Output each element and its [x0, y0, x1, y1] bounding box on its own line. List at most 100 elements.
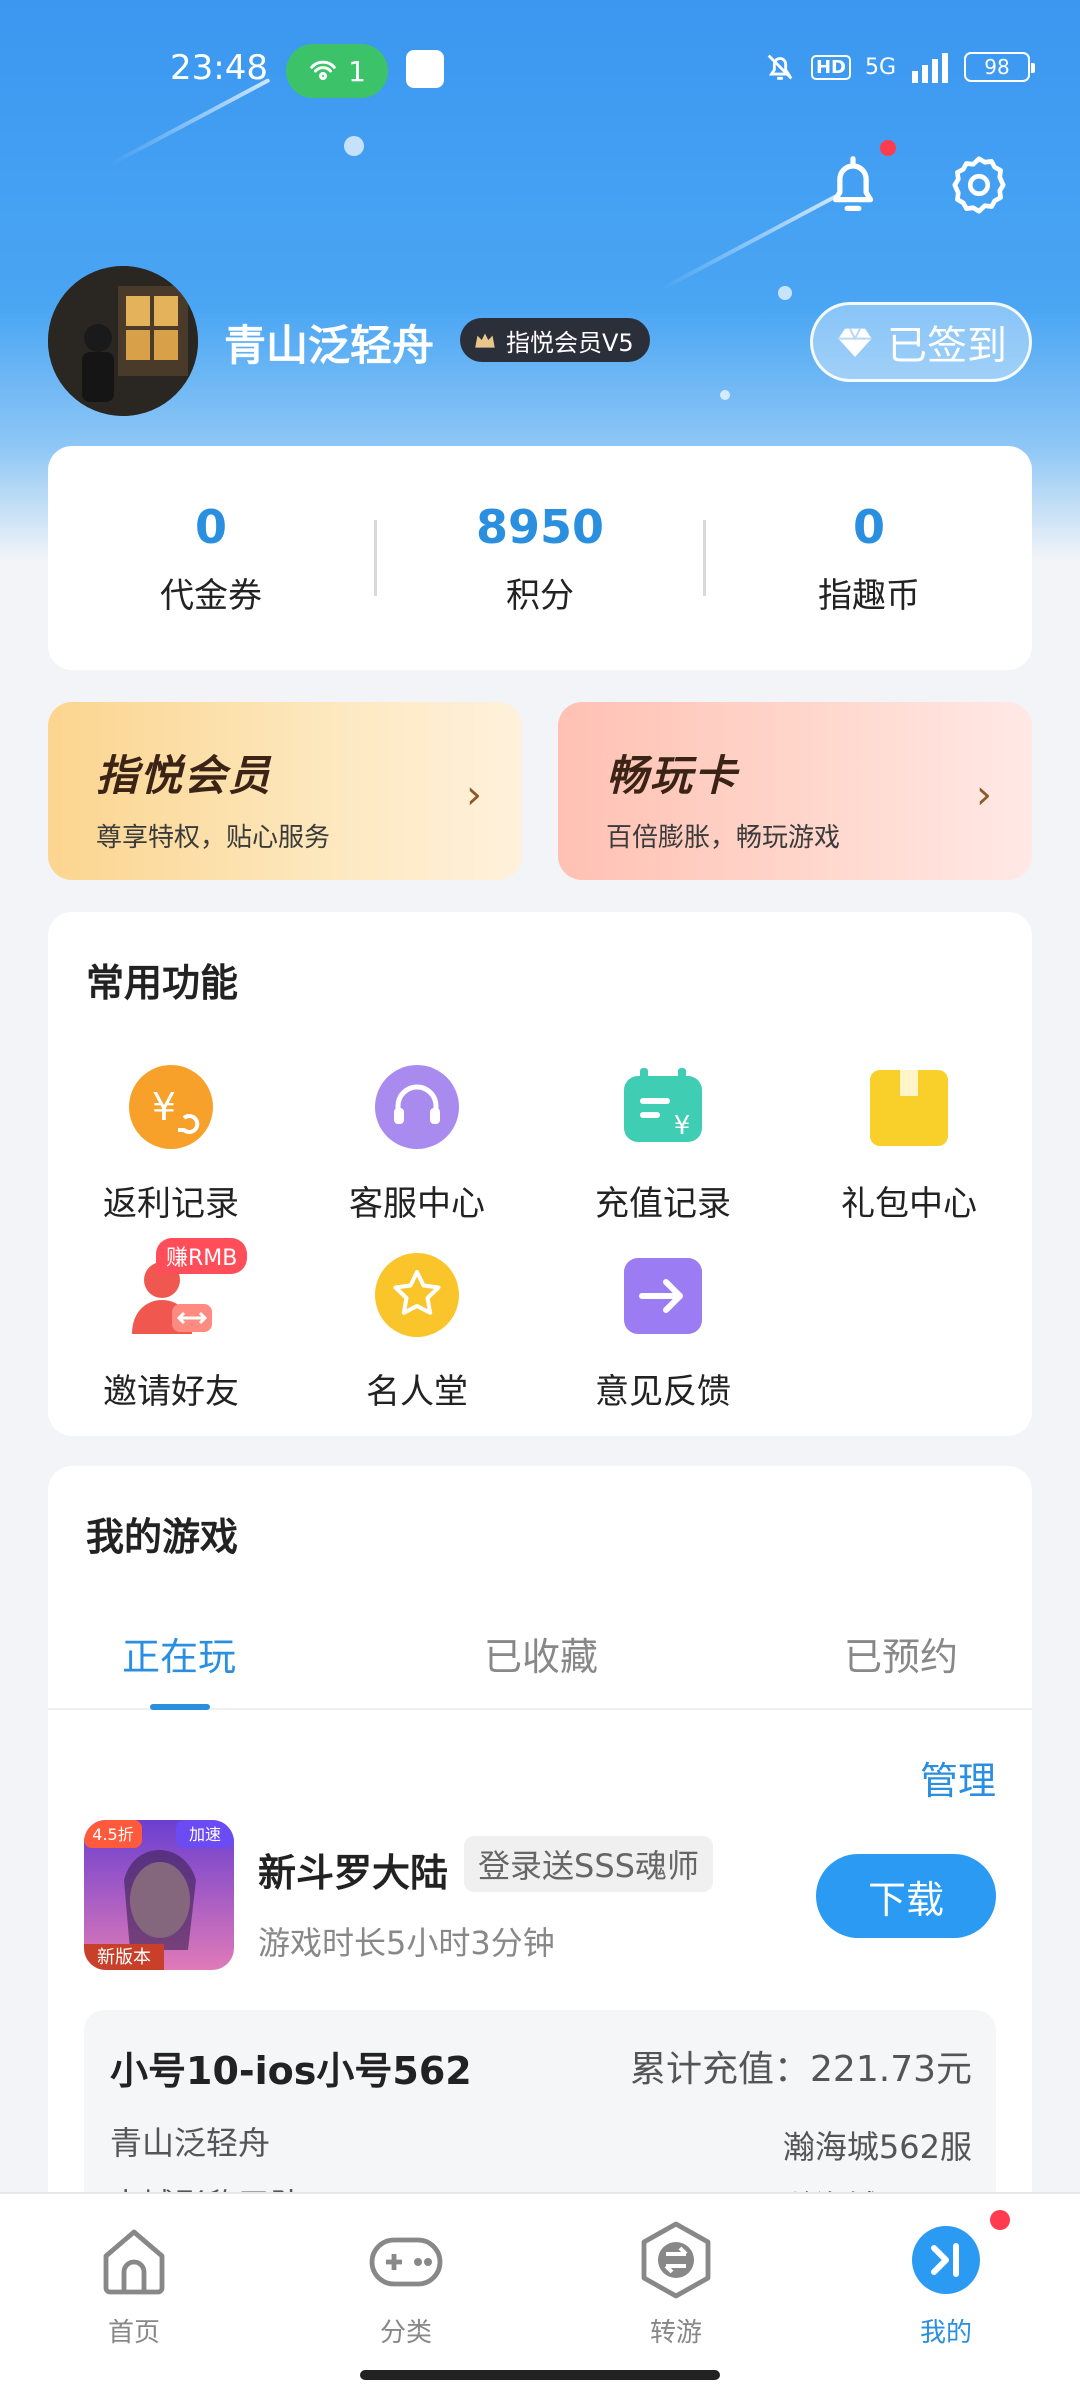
feature-support[interactable]: 客服中心: [294, 1062, 540, 1225]
feedback-icon: [624, 1258, 702, 1334]
account-server: 瀚海城562服: [782, 2128, 972, 2166]
svg-text:¥: ¥: [152, 1085, 176, 1129]
feature-feedback[interactable]: 意见反馈: [540, 1250, 786, 1413]
bell-icon[interactable]: [818, 150, 888, 220]
chevron-right-icon: ›: [466, 772, 482, 818]
bottom-nav: 首页 分类 转游 我的: [0, 2192, 1080, 2400]
game-name: 新斗罗大陆: [258, 1851, 449, 1895]
notification-dot: [880, 140, 896, 156]
game-version-caption: 新版本: [97, 1947, 151, 1968]
game-play-time: 游戏时长5小时3分钟: [258, 1924, 555, 1962]
wifi-icon: [310, 60, 336, 81]
feature-rebate[interactable]: ¥ 返利记录: [48, 1062, 294, 1225]
stat-value: 8950: [475, 499, 605, 554]
features-title: 常用功能: [86, 961, 239, 1005]
games-title: 我的游戏: [86, 1515, 239, 1559]
battery-level: 98: [984, 55, 1010, 79]
diamond-icon: [838, 328, 872, 357]
headset-icon: [375, 1065, 459, 1149]
profile-icon: [912, 2226, 980, 2294]
username: 青山泛轻舟: [224, 321, 435, 370]
feature-label: 充值记录: [595, 1184, 731, 1224]
avatar-image: [48, 266, 198, 416]
mute-bell-icon: [767, 54, 793, 80]
feature-hall-of-fame[interactable]: 名人堂: [294, 1250, 540, 1413]
account-owner: 青山泛轻舟: [110, 2124, 271, 2162]
battery-indicator: 98: [964, 52, 1035, 82]
account-name: 小号10-ios小号562: [110, 2049, 472, 2093]
recharge-icon: ¥: [624, 1068, 702, 1142]
signal-icon: [912, 53, 948, 83]
stat-label: 积分: [506, 575, 574, 616]
vip-badge[interactable]: 指悦会员V5: [460, 318, 650, 362]
nav-label: 转游: [649, 2318, 702, 2348]
stat-vouchers[interactable]: 0 代金券: [48, 500, 374, 617]
stat-label: 代金券: [160, 575, 262, 616]
download-button[interactable]: 下载: [816, 1854, 996, 1938]
hotspot-count: 1: [348, 54, 366, 88]
svg-text:¥: ¥: [674, 1111, 691, 1141]
status-bar: 23:48 1 HD 5G 98: [0, 40, 1080, 104]
game-cover-image: 4.5折 加速 新版本: [84, 1820, 234, 1970]
account-recharge: 累计充值：221.73元: [630, 2049, 972, 2090]
feature-label: 邀请好友: [103, 1372, 239, 1412]
feature-gift[interactable]: 礼包中心: [786, 1062, 1032, 1225]
transfer-icon: [641, 2221, 711, 2299]
manage-button[interactable]: 管理: [920, 1750, 996, 1805]
vip-badge-label: 指悦会员V5: [506, 328, 634, 357]
game-discount-badge: 4.5折: [92, 1825, 133, 1844]
nav-profile[interactable]: 我的: [886, 2220, 1006, 2349]
stat-points[interactable]: 8950 积分: [377, 500, 703, 617]
promo-title: 畅玩卡: [606, 751, 739, 800]
tab-reserved[interactable]: 已预约: [844, 1626, 958, 1681]
crown-icon: [475, 333, 495, 348]
feature-invite[interactable]: 赚RMB 邀请好友: [48, 1238, 294, 1413]
gamepad-icon: [369, 2237, 443, 2287]
tab-favorites[interactable]: 已收藏: [484, 1626, 598, 1681]
games-tabs: 正在玩 已收藏 已预约: [48, 1626, 1032, 1710]
stat-value: 0: [852, 499, 885, 554]
checkin-label: 已签到: [887, 323, 1007, 369]
game-icon[interactable]: 4.5折 加速 新版本: [84, 1820, 234, 1970]
avatar[interactable]: [48, 266, 198, 416]
decor-dot: [344, 136, 364, 156]
tab-playing[interactable]: 正在玩: [122, 1626, 236, 1681]
feature-label: 意见反馈: [595, 1372, 731, 1412]
decor-dot: [720, 390, 730, 400]
checkin-button[interactable]: 已签到: [810, 302, 1032, 382]
promo-vip-card[interactable]: 指悦会员 尊享特权，贴心服务 ›: [48, 702, 522, 880]
app-notification-icon: [406, 50, 444, 88]
status-time: 23:48: [170, 48, 268, 88]
promo-title: 指悦会员: [96, 751, 273, 800]
feature-label: 客服中心: [349, 1184, 485, 1224]
nav-label: 分类: [379, 2318, 432, 2348]
gift-icon: [870, 1070, 948, 1146]
chevron-right-icon: ›: [976, 772, 992, 818]
home-indicator[interactable]: [360, 2370, 720, 2380]
stat-coins[interactable]: 0 指趣币: [706, 500, 1032, 617]
nav-transfer[interactable]: 转游: [616, 2220, 736, 2349]
promo-subtitle: 百倍膨胀，畅玩游戏: [606, 823, 841, 853]
earn-badge: 赚RMB: [156, 1238, 248, 1274]
hotspot-pill: 1: [286, 44, 388, 98]
decor-streak: [660, 193, 840, 291]
stat-value: 0: [194, 499, 227, 554]
tab-indicator: [150, 1704, 210, 1710]
decor-dot: [778, 286, 792, 300]
nav-category[interactable]: 分类: [346, 2220, 466, 2349]
network-label: 5G: [864, 54, 896, 80]
feature-label: 名人堂: [366, 1372, 468, 1412]
stat-label: 指趣币: [818, 575, 920, 616]
nav-home[interactable]: 首页: [74, 2220, 194, 2349]
nav-label: 我的: [919, 2318, 972, 2348]
rebate-icon: ¥: [129, 1065, 213, 1149]
promo-subtitle: 尊享特权，贴心服务: [96, 823, 331, 853]
status-indicators: HD 5G 98: [763, 50, 1035, 84]
feature-label: 返利记录: [103, 1184, 239, 1224]
game-speed-badge: 加速: [189, 1825, 221, 1844]
stats-card: 0 代金券 8950 积分 0 指趣币: [48, 446, 1032, 670]
feature-label: 礼包中心: [841, 1184, 977, 1224]
feature-recharge[interactable]: ¥ 充值记录: [540, 1062, 786, 1225]
gear-icon[interactable]: [944, 150, 1014, 220]
promo-playcard[interactable]: 畅玩卡 百倍膨胀，畅玩游戏 ›: [558, 702, 1032, 880]
